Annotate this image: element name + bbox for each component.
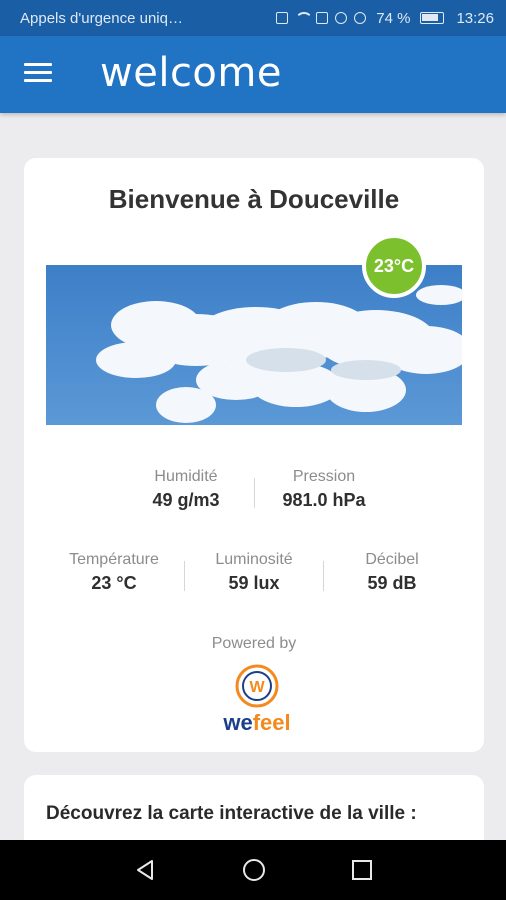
stat-label: Luminosité	[215, 551, 293, 568]
wefeel-symbol-letter: W	[249, 679, 265, 696]
stat-decibel: Décibel 59 dB	[324, 551, 460, 594]
page-title: Bienvenue à Douceville	[108, 184, 400, 214]
home-icon[interactable]	[242, 858, 266, 882]
stat-value: 49 g/m3	[152, 490, 220, 510]
wefeel-wordmark: wefeel	[209, 710, 305, 736]
wefeel-symbol-icon: W	[235, 664, 279, 708]
sim-icon	[276, 12, 289, 24]
stat-humidity: Humidité 49 g/m3	[116, 468, 256, 511]
calendar-icon	[316, 12, 329, 24]
battery-percent: 74 %	[376, 9, 411, 27]
stat-value: 23 °C	[91, 573, 137, 593]
status-bar: Appels d'urgence uniq… 74 % 13:26	[0, 0, 506, 36]
powered-by-text: Powered by	[211, 635, 297, 652]
nfc-icon	[335, 12, 348, 24]
app-logo: welcome	[100, 50, 282, 96]
stat-value: 59 lux	[228, 573, 280, 593]
map-card-title: Découvrez la carte interactive de la vil…	[46, 803, 417, 824]
stat-label: Décibel	[365, 551, 419, 568]
wifi-icon	[295, 12, 314, 24]
stat-pressure: Pression 981.0 hPa	[254, 468, 394, 511]
wefeel-part2: feel	[252, 710, 291, 735]
wefeel-logo[interactable]: W wefeel	[209, 664, 305, 736]
carrier-text: Appels d'urgence uniq…	[20, 9, 183, 27]
mute-icon	[354, 12, 367, 24]
hamburger-menu-icon[interactable]	[24, 63, 52, 85]
android-nav-bar	[0, 840, 506, 900]
wefeel-part1: we	[223, 710, 253, 735]
stat-luminosity: Luminosité 59 lux	[186, 551, 322, 594]
recent-apps-icon[interactable]	[350, 858, 374, 882]
status-time: 13:26	[456, 9, 494, 27]
battery-icon	[420, 12, 445, 24]
city-weather-card: Bienvenue à Douceville 23°C Humidité 49 …	[24, 158, 484, 752]
stat-label: Pression	[292, 468, 356, 485]
status-icons	[276, 12, 367, 24]
stat-divider	[184, 561, 185, 591]
temperature-badge: 23°C	[362, 234, 426, 298]
status-right: 74 % 13:26	[376, 10, 494, 27]
stat-label: Humidité	[154, 468, 218, 485]
stat-value: 59 dB	[367, 573, 417, 593]
back-icon[interactable]	[133, 858, 157, 882]
stat-value: 981.0 hPa	[282, 490, 366, 510]
stat-temperature: Température 23 °C	[46, 551, 182, 594]
stat-label: Température	[69, 551, 159, 568]
app-bar: welcome	[0, 36, 506, 113]
